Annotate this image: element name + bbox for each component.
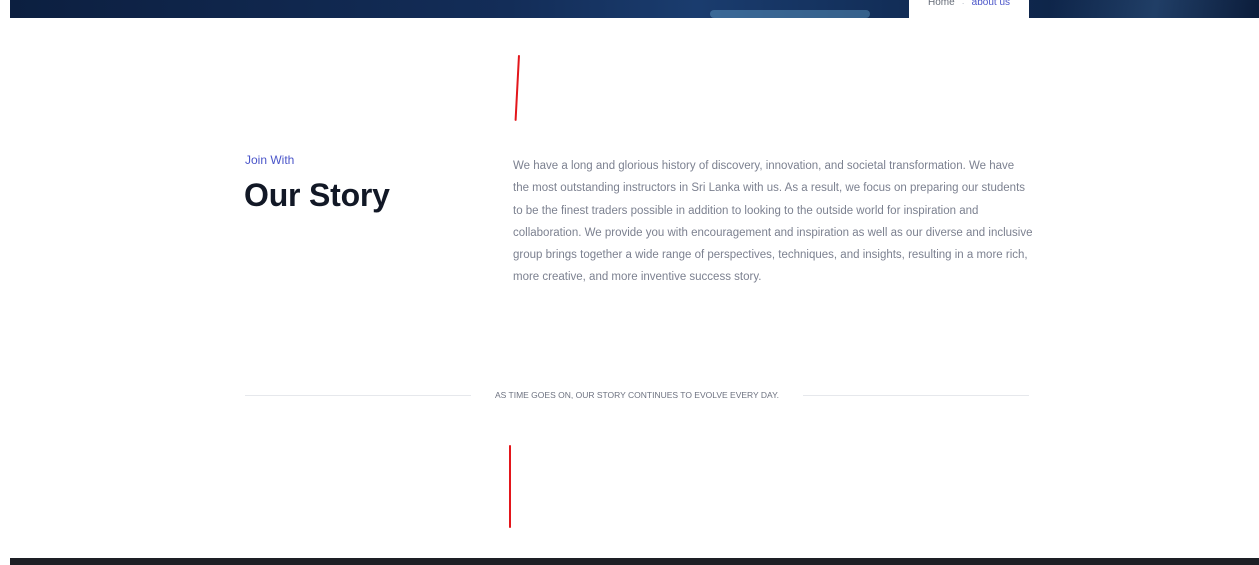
section-title: Our Story: [244, 177, 390, 213]
breadcrumb-home-link[interactable]: Home: [928, 0, 955, 8]
story-paragraph: We have a long and glorious history of d…: [513, 160, 1033, 284]
tagline-text: AS TIME GOES ON, OUR STORY CONTINUES TO …: [494, 390, 780, 400]
breadcrumb-current-page: about us: [971, 0, 1011, 8]
annotation-line-top: [514, 54, 520, 121]
divider-line-left: [245, 395, 471, 396]
tagline-divider: AS TIME GOES ON, OUR STORY CONTINUES TO …: [245, 388, 1029, 402]
breadcrumb: Home · about us: [909, 0, 1029, 18]
hero-banner-strip: [10, 0, 1259, 18]
footer-bar: [10, 558, 1259, 565]
annotation-line-bottom: [509, 445, 511, 528]
breadcrumb-separator: ·: [961, 0, 965, 8]
section-eyebrow: Join With: [245, 153, 295, 167]
divider-line-right: [803, 395, 1029, 396]
